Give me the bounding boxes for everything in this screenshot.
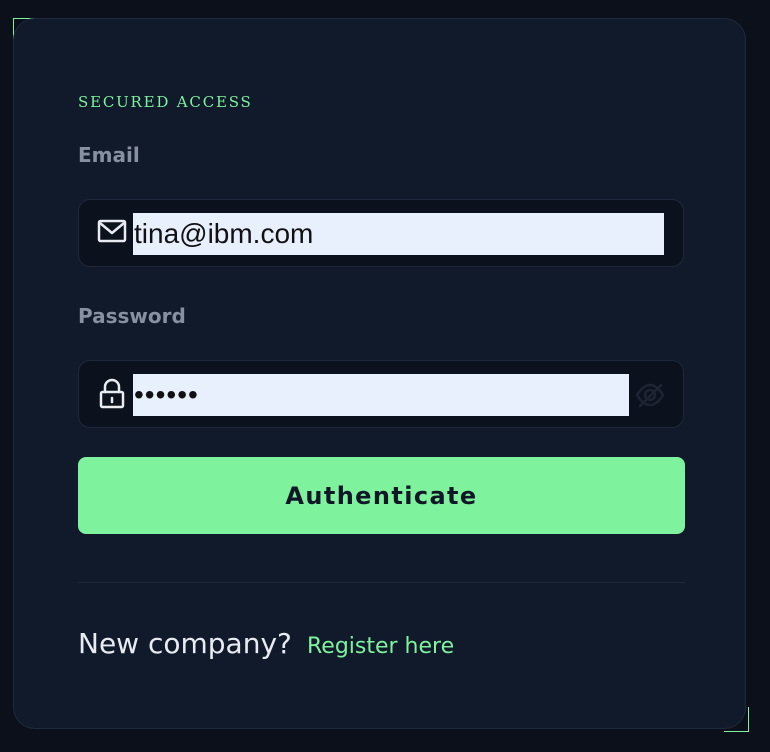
toggle-password-visibility-button[interactable] (633, 378, 667, 412)
email-field-shell (78, 199, 684, 267)
lock-icon (96, 376, 128, 412)
form-divider (78, 582, 685, 583)
eye-off-icon (633, 383, 667, 415)
login-screen: SECURED ACCESS Email Password (0, 0, 770, 752)
password-label: Password (78, 304, 186, 328)
password-input[interactable] (133, 374, 629, 416)
email-label: Email (78, 143, 140, 167)
mail-icon (96, 215, 128, 251)
secured-access-eyebrow: SECURED ACCESS (78, 93, 253, 111)
registration-prompt: New company? Register here (78, 627, 454, 660)
register-here-link[interactable]: Register here (307, 634, 454, 659)
password-field-shell (78, 360, 684, 428)
new-company-question: New company? (78, 627, 292, 660)
authenticate-button[interactable]: Authenticate (78, 457, 685, 534)
email-input[interactable] (133, 213, 664, 255)
login-card: SECURED ACCESS Email Password (13, 18, 746, 729)
